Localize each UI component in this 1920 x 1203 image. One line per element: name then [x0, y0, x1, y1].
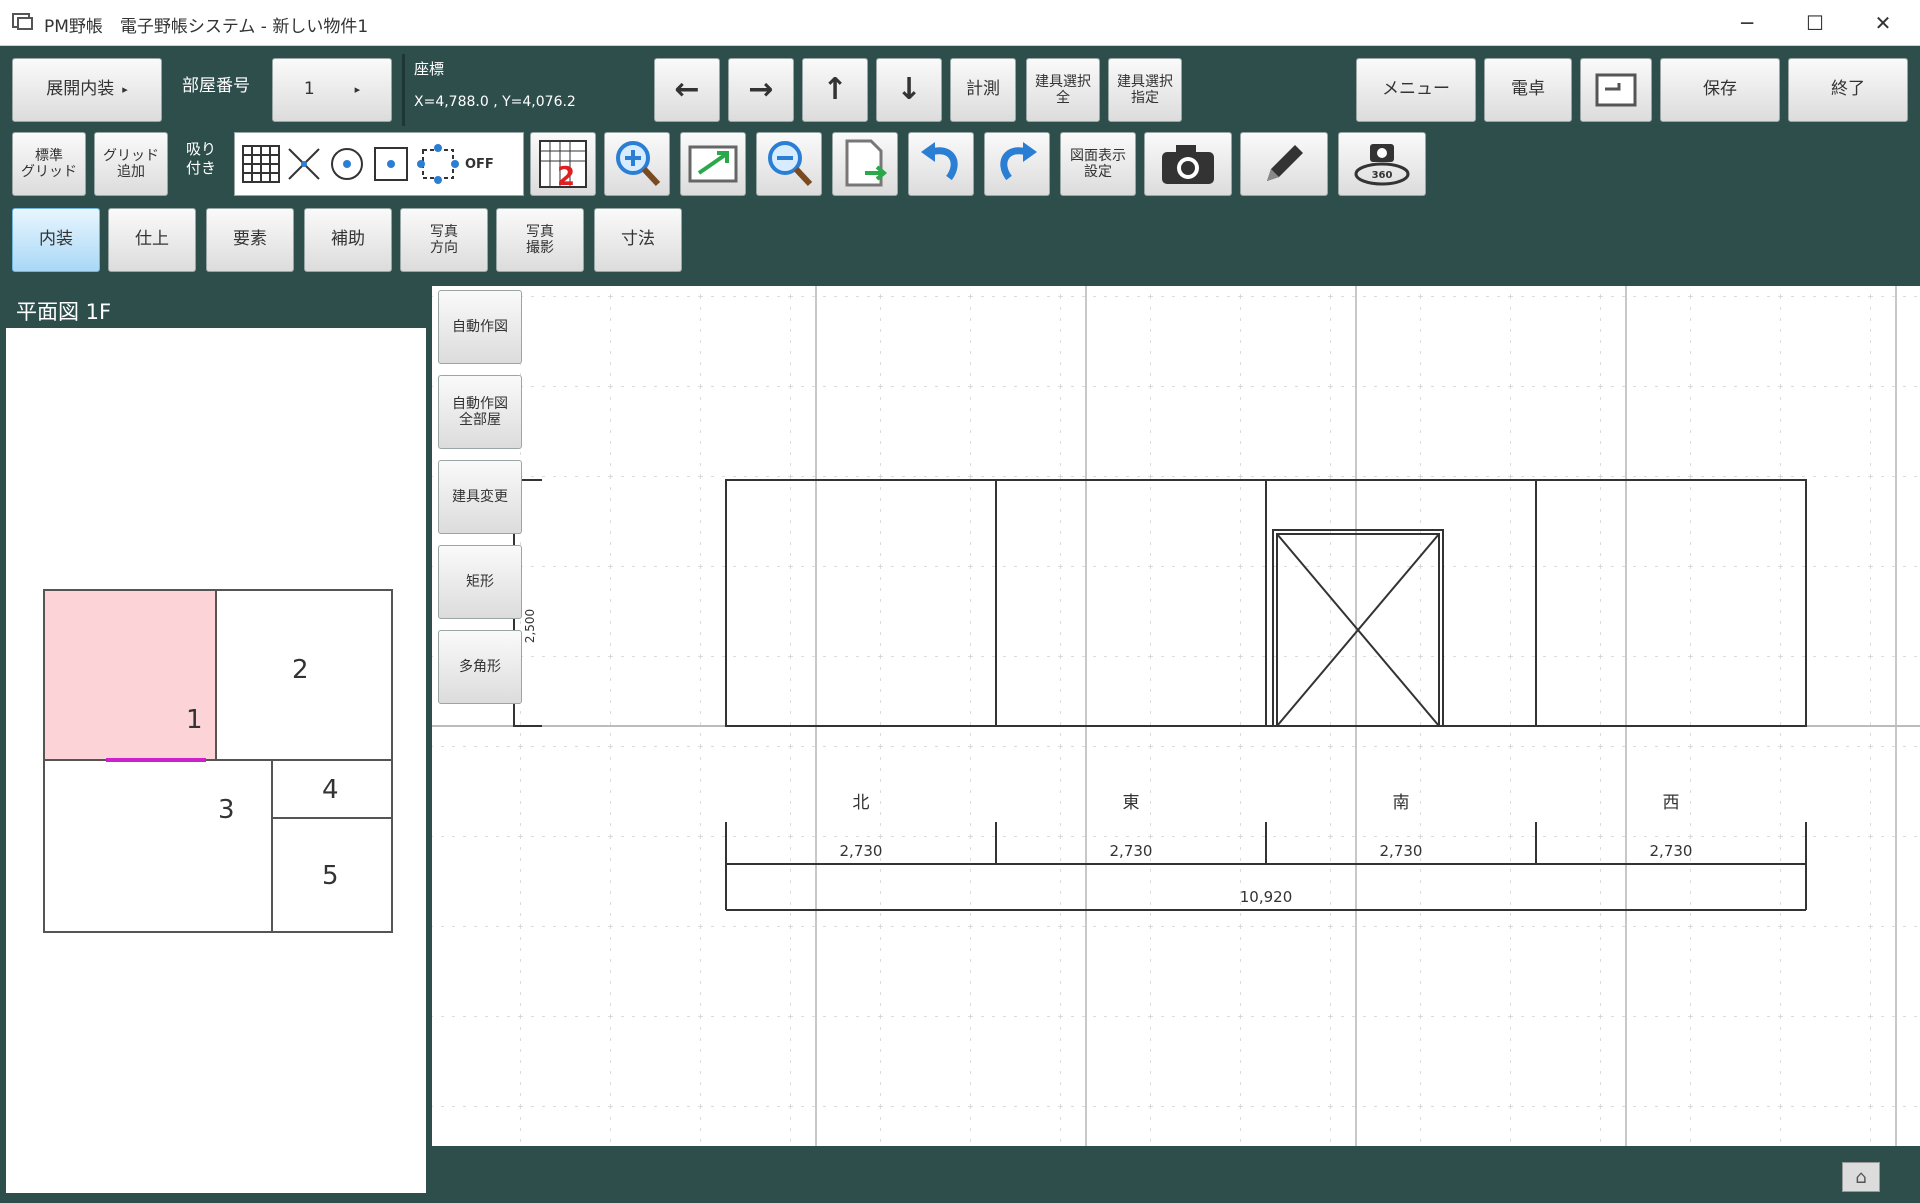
calculator-button[interactable]: 電卓: [1484, 58, 1572, 122]
elevation-drawing[interactable]: 2,500 2,730 2,730 2,730 2,730 10,920 北 東…: [432, 286, 1920, 1146]
redo-button[interactable]: [984, 132, 1050, 196]
dim-east: 2,730: [1110, 842, 1153, 860]
chevron-down-icon: ▸: [122, 82, 128, 96]
tab-1[interactable]: 内装: [12, 208, 100, 272]
room-label-5: 5: [322, 861, 339, 891]
fit-view-icon: [688, 145, 738, 183]
camera-360-icon: 360: [1354, 144, 1410, 186]
tab-6[interactable]: 写真 撮影: [496, 208, 584, 272]
camera-button[interactable]: [1144, 132, 1232, 196]
arrow-right-button[interactable]: →: [728, 58, 794, 122]
height-dim-label: 2,500: [523, 609, 537, 643]
direction-north: 北: [853, 793, 870, 813]
snap-off-label[interactable]: OFF: [465, 157, 494, 172]
room-label-2: 2: [292, 655, 309, 685]
midpoint-snap-icon[interactable]: [371, 144, 411, 184]
zoom-out-icon: [768, 141, 813, 187]
save-button[interactable]: 保存: [1660, 58, 1780, 122]
window-title: PM野帳 電子野帳システム - 新しい物件1: [44, 17, 369, 37]
arrow-up-button[interactable]: ↑: [802, 58, 868, 122]
room-label-1: 1: [186, 705, 203, 735]
chevron-down-icon: ▸: [354, 82, 361, 96]
window-icon: [1595, 73, 1637, 107]
standard-grid-button[interactable]: 標準 グリッド: [12, 132, 86, 196]
title-bar: PM野帳 電子野帳システム - 新しい物件1 ─ ☐ ✕: [0, 0, 1920, 46]
svg-text:2: 2: [557, 162, 575, 191]
svg-text:360: 360: [1372, 170, 1393, 181]
zoom-out-button[interactable]: [756, 132, 822, 196]
coord-label: 座標: [414, 60, 445, 78]
add-grid-button[interactable]: グリッド 追加: [94, 132, 168, 196]
arrow-down-button[interactable]: ↓: [876, 58, 942, 122]
side-tools: 自動作図 自動作図 全部屋 建具変更 矩形 多角形: [438, 290, 524, 715]
room-label-4: 4: [322, 775, 339, 805]
drawing-canvas[interactable]: 2,500 2,730 2,730 2,730 2,730 10,920 北 東…: [432, 286, 1920, 1146]
vertex-snap-icon[interactable]: [415, 142, 461, 186]
grid-snap-icon[interactable]: [241, 144, 281, 184]
direction-west: 西: [1663, 793, 1680, 813]
snap-label: 吸り 付き: [186, 140, 217, 177]
measure-button[interactable]: 計測: [950, 58, 1016, 122]
tab-5[interactable]: 写真 方向: [400, 208, 488, 272]
tab-7[interactable]: 寸法: [594, 208, 682, 272]
floor-plan-panel[interactable]: 1 2 3 4 5: [6, 328, 426, 1193]
toolbar: 展開内装 ▸ 部屋番号 1 ▸ 座標 X=4,788.0 , Y=4,076.2 ←…: [0, 46, 1920, 284]
mode-select-label: 展開内装: [46, 79, 115, 100]
coord-readout: X=4,788.0 , Y=4,076.2: [414, 94, 576, 110]
display-settings-button[interactable]: 図面表示 設定: [1060, 132, 1136, 196]
auto-draw-all-button[interactable]: 自動作図 全部屋: [438, 375, 522, 449]
mode-select[interactable]: 展開内装 ▸: [12, 58, 162, 122]
zoom-in-icon: [616, 141, 661, 187]
app-icon: [12, 11, 34, 31]
dim-total: 10,920: [1240, 888, 1293, 906]
export-page-button[interactable]: [832, 132, 898, 196]
undo-icon: [921, 142, 958, 181]
fit-view-button[interactable]: [680, 132, 746, 196]
status-bar: [432, 1146, 1920, 1203]
grid-size-button[interactable]: 2: [530, 132, 596, 196]
auto-draw-button[interactable]: 自動作図: [438, 290, 522, 364]
menu-button[interactable]: メニュー: [1356, 58, 1476, 122]
window-switch-button[interactable]: [1580, 58, 1652, 122]
undo-button[interactable]: [908, 132, 974, 196]
fixture-select-all-button[interactable]: 建具選択 全: [1026, 58, 1100, 122]
fixture-select-specify-button[interactable]: 建具選択 指定: [1108, 58, 1182, 122]
dim-north: 2,730: [840, 842, 883, 860]
rectangle-button[interactable]: 矩形: [438, 545, 522, 619]
redo-icon: [1000, 142, 1037, 181]
tab-4[interactable]: 補助: [304, 208, 392, 272]
room-number-value: 1: [303, 79, 315, 100]
change-fixture-button[interactable]: 建具変更: [438, 460, 522, 534]
dim-west: 2,730: [1650, 842, 1693, 860]
camera-360-button[interactable]: 360: [1338, 132, 1426, 196]
zoom-in-button[interactable]: [604, 132, 670, 196]
tab-3[interactable]: 要素: [206, 208, 294, 272]
polygon-button[interactable]: 多角形: [438, 630, 522, 704]
direction-south: 南: [1393, 793, 1410, 813]
intersection-snap-icon[interactable]: [285, 145, 323, 183]
room-label-3: 3: [218, 795, 235, 825]
grid-number-icon: 2: [539, 140, 587, 191]
direction-east: 東: [1123, 793, 1140, 813]
pencil-icon: [1267, 145, 1303, 181]
grid: [432, 286, 1920, 1146]
arrow-left-button[interactable]: ←: [654, 58, 720, 122]
page-export-icon: [845, 139, 888, 187]
exit-button[interactable]: 終了: [1788, 58, 1908, 122]
dim-south: 2,730: [1380, 842, 1423, 860]
camera-icon: [1162, 145, 1214, 184]
close-button[interactable]: ✕: [1850, 0, 1916, 46]
snap-mode-group: OFF: [234, 132, 524, 196]
minimize-button[interactable]: ─: [1714, 0, 1780, 46]
room-number-select[interactable]: 1 ▸: [272, 58, 392, 122]
maximize-button[interactable]: ☐: [1782, 0, 1848, 46]
floor-plan-header: 平面図 1F: [0, 290, 428, 328]
floor-plan[interactable]: 1 2 3 4 5: [6, 328, 426, 1193]
room-number-label: 部屋番号: [182, 76, 250, 96]
separator: [402, 54, 405, 126]
pencil-button[interactable]: [1240, 132, 1328, 196]
tab-2[interactable]: 仕上: [108, 208, 196, 272]
center-snap-icon[interactable]: [327, 144, 367, 184]
resize-icon[interactable]: ⌂: [1842, 1162, 1880, 1192]
